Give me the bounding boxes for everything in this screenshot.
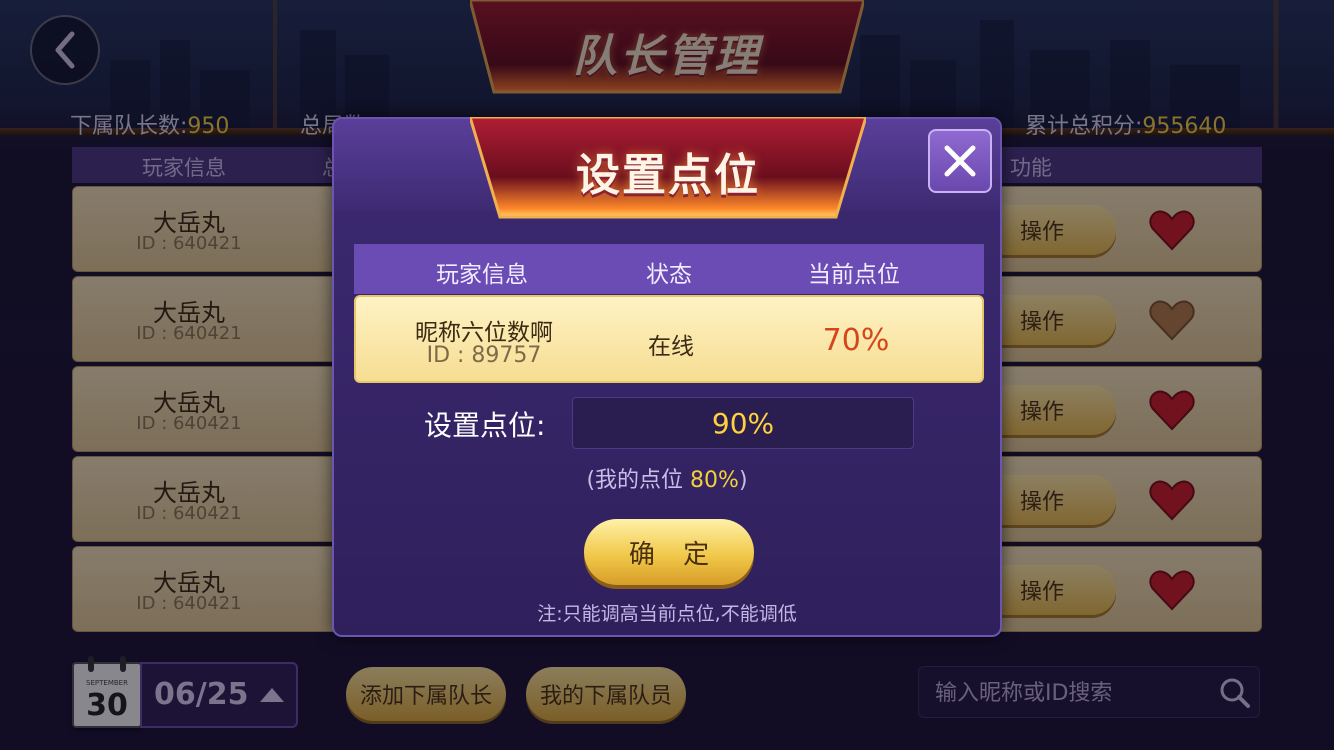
player-id: ID : 89757: [426, 343, 542, 368]
current-point-value: 70%: [822, 323, 890, 358]
confirm-button[interactable]: 确 定: [584, 519, 754, 585]
set-point-dialog: 设置点位 玩家信息 状态 当前点位 昵称六位数啊 ID : 89757 在线 7…: [332, 115, 1002, 637]
col-status: 状态: [646, 262, 692, 288]
close-button[interactable]: [928, 129, 992, 193]
dialog-title: 设置点位: [576, 150, 760, 201]
close-icon: [944, 145, 976, 177]
set-point-label: 设置点位:: [424, 409, 546, 442]
dialog-note: 注:只能调高当前点位,不能调低: [537, 603, 797, 625]
dialog-title-banner: 设置点位: [467, 115, 869, 221]
player-nickname: 昵称六位数啊: [415, 320, 553, 346]
col-current-point: 当前点位: [808, 262, 900, 288]
player-status: 在线: [648, 334, 694, 360]
dialog-table-header: 玩家信息 状态 当前点位: [354, 244, 984, 294]
col-player-info: 玩家信息: [436, 262, 528, 288]
set-point-input[interactable]: [572, 397, 914, 449]
player-info-row: 昵称六位数啊 ID : 89757 在线 70%: [354, 295, 984, 383]
my-point-text: (我的点位 80%): [586, 468, 748, 493]
